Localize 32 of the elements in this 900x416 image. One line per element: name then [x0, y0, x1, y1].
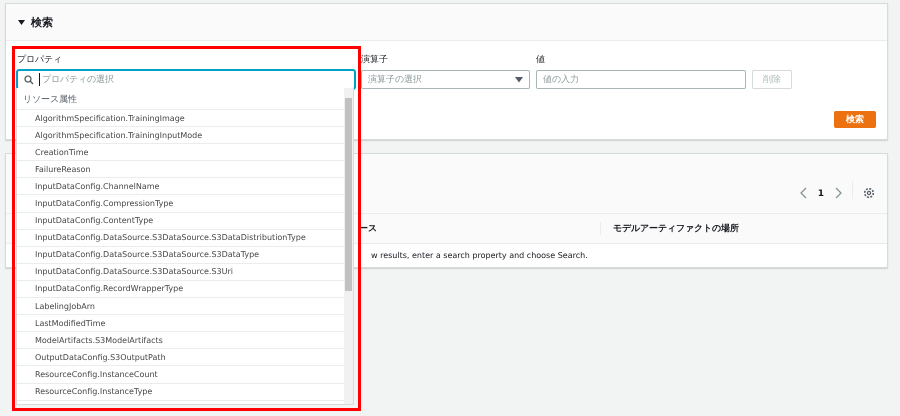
dropdown-option[interactable]: InputDataConfig.DataSource.S3DataSource.S3DataDistributionType	[17, 230, 344, 247]
empty-message: w results, enter a search property and choose Search.	[371, 251, 588, 260]
caret-icon[interactable]	[18, 18, 25, 26]
dropdown-option[interactable]: AlgorithmSpecification.TrainingImage	[17, 110, 344, 128]
dropdown-option[interactable]: ResourceConfig.InstanceType	[17, 384, 344, 401]
dropdown-option[interactable]: InputDataConfig.ChannelName	[17, 178, 344, 196]
dropdown-option[interactable]: CreationTime	[17, 144, 344, 162]
caret-icon	[515, 76, 523, 83]
field-label: 値	[536, 54, 546, 64]
dropdown-option[interactable]: InputDataConfig.ContentType	[17, 212, 344, 230]
dropdown-option[interactable]: LabelingJobArn	[17, 298, 344, 316]
previous-page-icon[interactable]	[800, 187, 808, 199]
dropdown-option[interactable]: InputDataConfig.CompressionType	[17, 195, 344, 213]
dropdown-option[interactable]: ModelArtifacts.S3ModelArtifacts	[17, 332, 344, 350]
scrollbar[interactable]	[344, 88, 353, 404]
field-label: プロパティ	[17, 53, 63, 64]
dropdown-option[interactable]: InputDataConfig.RecordWrapperType	[17, 280, 344, 298]
dropdown-option[interactable]: FailureReason	[17, 161, 344, 178]
dropdown-option[interactable]: AlgorithmSpecification.TrainingInputMode	[17, 127, 344, 144]
dropdown-option[interactable]: InputDataConfig.DataSource.S3DataSource.S3Uri	[17, 264, 344, 281]
next-page-icon[interactable]	[834, 187, 842, 199]
settings-icon[interactable]	[863, 187, 875, 199]
dropdown-option[interactable]: OutputDataConfig.S3OutputPath	[17, 349, 344, 366]
dropdown-option[interactable]: InputDataConfig.DataSource.S3DataSource.S3DataType	[17, 246, 344, 264]
panel-title: 検索	[31, 14, 53, 30]
search-icon	[24, 74, 34, 84]
field-label: 演算子	[361, 54, 389, 64]
dropdown-option[interactable]: LastModifiedTime	[17, 315, 344, 332]
dropdown-option[interactable]: ResourceConfig.InstanceCount	[17, 366, 344, 384]
column-header: モデルアーティファクトの場所	[612, 222, 740, 235]
group-label: リソース属性	[17, 88, 344, 110]
page-number[interactable]: 1	[818, 189, 824, 199]
